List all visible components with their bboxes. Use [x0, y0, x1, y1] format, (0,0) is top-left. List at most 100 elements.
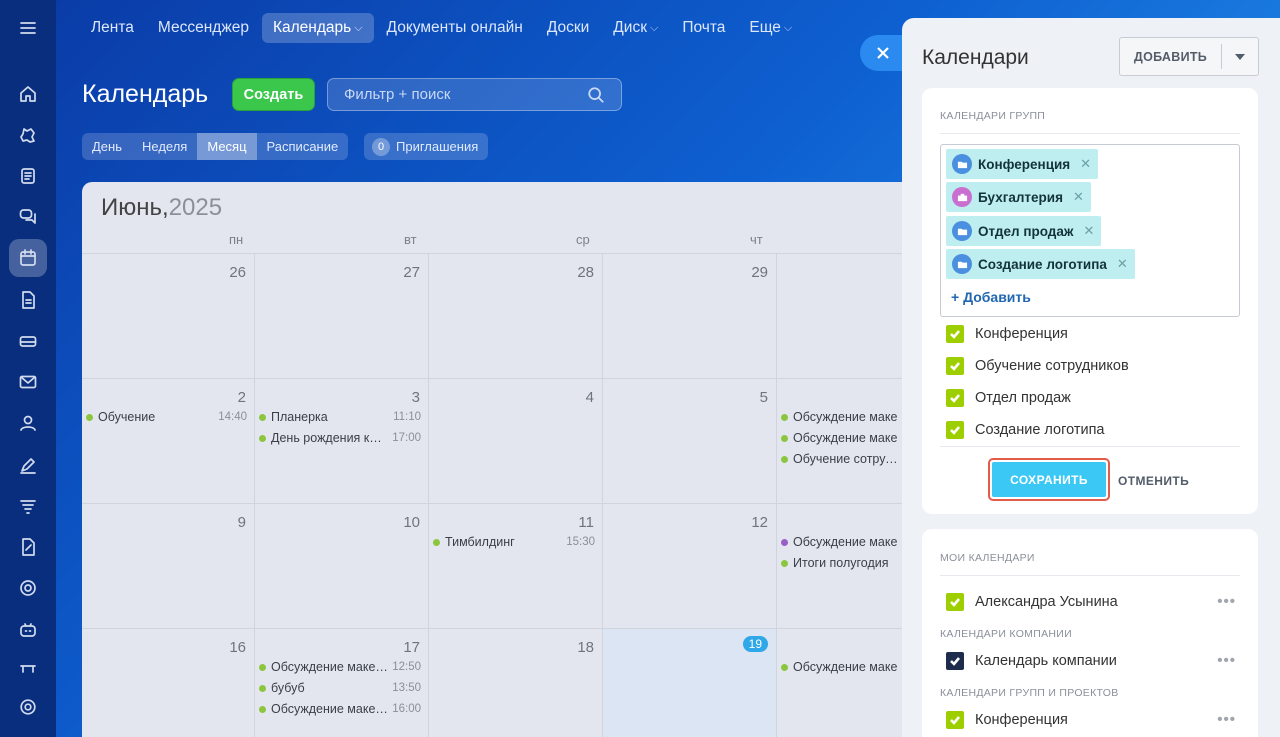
filter-icon[interactable]: [14, 492, 42, 520]
calendar-day-cell[interactable]: 17 Обсуждение маке… 12:50 бубуб 13:50 Обсужде…: [255, 629, 429, 737]
event-title: Обсуждение маке: [793, 410, 898, 424]
feed-icon[interactable]: [14, 162, 42, 190]
calendar-event[interactable]: Итоги полугодия: [781, 556, 904, 570]
group-selector[interactable]: Конференция ✕ Бухгалтерия ✕ Отдел продаж…: [940, 144, 1240, 317]
mail-icon[interactable]: [14, 368, 42, 396]
panel-title: Календари: [922, 46, 1029, 69]
nav-messenger[interactable]: Мессенджер: [147, 13, 260, 43]
calendar-event[interactable]: Обучение 14:40: [86, 410, 247, 424]
checkbox[interactable]: [946, 711, 964, 729]
calendar-day-cell[interactable]: Обсуждение маке Обсуждение маке Обучение с…: [777, 379, 912, 504]
save-button[interactable]: СОХРАНИТЬ: [992, 462, 1106, 497]
calendar-event[interactable]: бубуб 13:50: [259, 681, 421, 695]
calendar-day-cell[interactable]: 12: [603, 504, 777, 629]
calendar-day-cell[interactable]: 3 Планерка 11:10 День рождения к… 17:00: [255, 379, 429, 504]
calendar-day-cell[interactable]: 5: [603, 379, 777, 504]
group-checkbox-row[interactable]: Создание логотипа: [946, 421, 1105, 439]
target-icon[interactable]: [14, 574, 42, 602]
more-options-icon[interactable]: •••: [1217, 593, 1236, 610]
calendar-event[interactable]: День рождения к… 17:00: [259, 431, 421, 445]
group-checkbox-row[interactable]: Обучение сотрудников: [946, 357, 1129, 375]
checkbox[interactable]: [946, 357, 964, 375]
checkbox[interactable]: [946, 593, 964, 611]
remove-tag-icon[interactable]: ✕: [1080, 156, 1091, 172]
remove-tag-icon[interactable]: ✕: [1073, 189, 1084, 205]
chevron-down-icon[interactable]: [1222, 53, 1258, 60]
home-icon[interactable]: [14, 80, 42, 108]
calendar-day-cell[interactable]: 26: [82, 254, 255, 379]
nav-boards[interactable]: Доски: [536, 13, 600, 43]
tab-month[interactable]: Месяц: [197, 133, 257, 160]
calendar-event[interactable]: Обучение сотруд…: [781, 452, 904, 466]
invitations-button[interactable]: 0 Приглашения: [364, 133, 489, 160]
contacts-icon[interactable]: [14, 409, 42, 437]
sign-icon[interactable]: [14, 533, 42, 561]
nav-feed[interactable]: Лента: [80, 13, 145, 43]
calendar-day-cell[interactable]: 2 Обучение 14:40: [82, 379, 255, 504]
nav-drive[interactable]: Диск ⌵: [602, 13, 669, 43]
calendar-row[interactable]: Александра Усынина: [946, 593, 1118, 611]
nav-mail[interactable]: Почта: [671, 13, 736, 43]
checkbox[interactable]: [946, 389, 964, 407]
calendar-day-cell[interactable]: 4: [429, 379, 603, 504]
calendar-row[interactable]: Календарь компании: [946, 652, 1117, 670]
calendar-row[interactable]: Конференция: [946, 711, 1068, 729]
calendar-event[interactable]: Обсуждение маке… 16:00: [259, 702, 421, 716]
calendar-event[interactable]: Обсуждение маке: [781, 660, 904, 674]
calendar-day-cell[interactable]: Обсуждение маке Итоги полугодия: [777, 504, 912, 629]
event-time: 14:40: [218, 411, 247, 423]
settings-icon[interactable]: [14, 693, 42, 721]
calendar-day-cell[interactable]: Обсуждение маке: [777, 629, 912, 737]
calendar-event[interactable]: Обсуждение маке… 12:50: [259, 660, 421, 674]
calendar-event[interactable]: Обсуждение маке: [781, 431, 904, 445]
checkbox[interactable]: [946, 325, 964, 343]
nav-more[interactable]: Еще ⌵: [738, 13, 803, 43]
more-options-icon[interactable]: •••: [1217, 652, 1236, 669]
tasks-icon[interactable]: [14, 121, 42, 149]
create-button[interactable]: Создать: [232, 78, 315, 111]
calendar-day-cell[interactable]: 28: [429, 254, 603, 379]
menu-icon[interactable]: [14, 14, 42, 42]
calendar-event[interactable]: Планерка 11:10: [259, 410, 421, 424]
edit-icon[interactable]: [14, 451, 42, 479]
tab-schedule[interactable]: Расписание: [257, 133, 349, 160]
remove-tag-icon[interactable]: ✕: [1117, 256, 1128, 272]
calendar-event[interactable]: Тимбилдинг 15:30: [433, 535, 595, 549]
tab-week[interactable]: Неделя: [132, 133, 197, 160]
checkbox[interactable]: [946, 652, 964, 670]
remove-tag-icon[interactable]: ✕: [1083, 223, 1094, 239]
tab-day[interactable]: День: [82, 133, 132, 160]
add-group-link[interactable]: + Добавить: [951, 289, 1031, 305]
add-button[interactable]: ДОБАВИТЬ: [1119, 37, 1259, 76]
calendar-day-cell[interactable]: 29: [603, 254, 777, 379]
more-options-icon[interactable]: •••: [1217, 711, 1236, 728]
calendar-day-cell[interactable]: 11 Тимбилдинг 15:30: [429, 504, 603, 629]
calendar-label: Календарь компании: [975, 653, 1117, 669]
calendar-event[interactable]: Обсуждение маке: [781, 410, 904, 424]
group-checkbox-row[interactable]: Отдел продаж: [946, 389, 1071, 407]
calendar-icon[interactable]: [9, 239, 47, 277]
calendar-day-cell[interactable]: 16: [82, 629, 255, 737]
day-number: 16: [229, 639, 246, 656]
checkbox[interactable]: [946, 421, 964, 439]
calendar-day-cell[interactable]: 18: [429, 629, 603, 737]
group-checkbox-row[interactable]: Конференция: [946, 325, 1068, 343]
calendar-day-cell[interactable]: 27: [255, 254, 429, 379]
document-icon[interactable]: [14, 286, 42, 314]
calendar-day-cell[interactable]: 19: [603, 629, 777, 737]
search-input[interactable]: Фильтр + поиск: [327, 78, 622, 111]
robot-icon[interactable]: [14, 616, 42, 644]
nav-docs-online[interactable]: Документы онлайн: [376, 13, 534, 43]
chat-icon[interactable]: [14, 203, 42, 231]
calendar-day-cell[interactable]: 9: [82, 504, 255, 629]
chevron-down-icon: ⌵: [354, 21, 363, 34]
calendar-event[interactable]: Обсуждение маке: [781, 535, 904, 549]
cancel-button[interactable]: ОТМЕНИТЬ: [1118, 474, 1189, 488]
shop-icon[interactable]: [14, 654, 42, 682]
drive-icon[interactable]: [14, 327, 42, 355]
calendar-day-cell[interactable]: 10: [255, 504, 429, 629]
close-panel-button[interactable]: [860, 35, 906, 71]
calendar-day-cell[interactable]: [777, 254, 912, 379]
day-number: 26: [229, 264, 246, 281]
nav-calendar[interactable]: Календарь ⌵: [261, 13, 374, 43]
